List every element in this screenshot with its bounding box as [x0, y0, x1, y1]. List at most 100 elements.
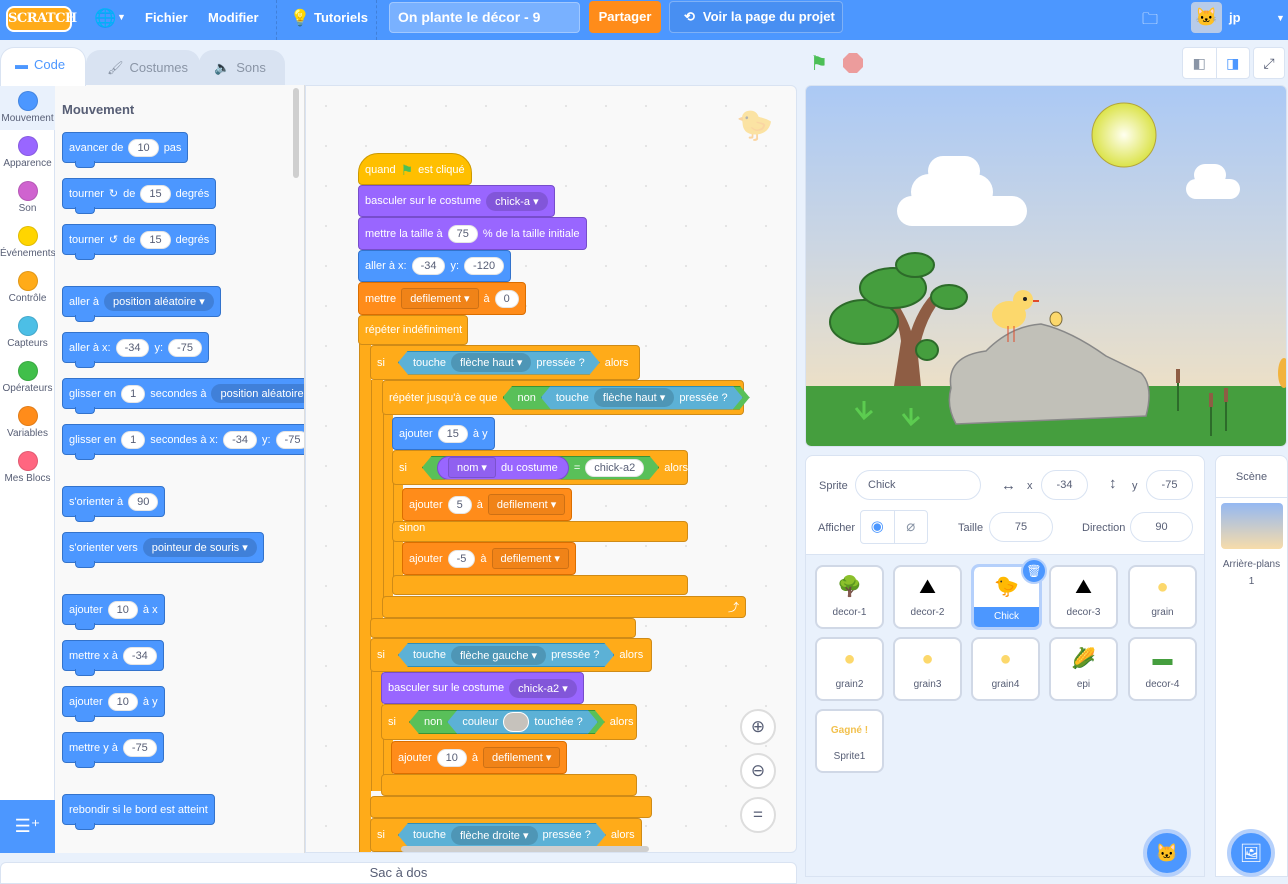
block-input[interactable]: 10 [436, 748, 467, 767]
category-sound[interactable]: Son [0, 175, 55, 220]
block-dropdown[interactable]: chick-a [486, 191, 548, 211]
block-point-direction[interactable]: s'orienter à 90 [62, 486, 166, 522]
block-goto[interactable]: aller à position aléatoire [62, 286, 221, 322]
menu-edit[interactable]: Modifier [208, 10, 259, 25]
change-variable-block[interactable]: ajouter 5 à defilement [402, 488, 573, 521]
forever-block[interactable]: répéter indéfiniment [358, 315, 468, 345]
if-up-arrow-block[interactable]: si touche flèche haut pressée ? alors [370, 345, 640, 380]
hide-sprite-button[interactable]: ⌀ [893, 511, 928, 543]
block-input[interactable]: -34 [122, 646, 157, 665]
block-input[interactable]: 1 [121, 430, 146, 449]
small-stage-button[interactable]: ◧ [1183, 48, 1216, 78]
zoom-out-button[interactable]: ⊖ [740, 753, 776, 789]
sprite-tile[interactable]: Gagné ! Sprite1 [815, 709, 884, 773]
block-input[interactable]: -75 [275, 430, 304, 449]
switch-costume-block[interactable]: basculer sur le costume chick-a [358, 185, 555, 217]
tab-costumes[interactable]: 🖌 Costumes [86, 50, 200, 86]
change-variable-block[interactable]: ajouter -5 à defilement [402, 542, 576, 575]
project-title-input[interactable]: On plante le décor - 9 [389, 2, 580, 33]
chevron-down-icon[interactable]: ▼ [1276, 13, 1285, 23]
show-sprite-button[interactable]: ◉ [861, 511, 894, 543]
block-set-x[interactable]: mettre x à -34 [62, 640, 164, 676]
block-goto-xy[interactable]: aller à x: -34 y: -75 [62, 332, 209, 368]
key-pressed-condition[interactable]: touche flèche gauche pressée ? [398, 643, 614, 667]
not-operator[interactable]: non touche flèche haut pressée ? [503, 386, 750, 410]
add-sprite-button[interactable]: 🐱 [1143, 829, 1191, 877]
block-change-y[interactable]: ajouter 10 à y [62, 686, 165, 722]
menu-tutorials[interactable]: Tutoriels [314, 10, 368, 25]
block-dropdown[interactable]: pointeur de souris [142, 538, 257, 557]
switch-costume-block[interactable]: basculer sur le costume chick-a2 [381, 672, 584, 704]
delete-sprite-button[interactable]: 🗑 [1021, 558, 1047, 584]
category-events[interactable]: Événements [0, 220, 56, 265]
globe-icon[interactable]: 🌐 [94, 8, 116, 29]
block-input[interactable]: 90 [128, 492, 159, 511]
sprite-tile[interactable]: ● grain4 [971, 637, 1040, 701]
block-point-towards[interactable]: s'orienter vers pointeur de souris [62, 532, 264, 568]
costume-property-dropdown[interactable]: nom [448, 457, 496, 478]
set-size-block[interactable]: mettre la taille à 75 % de la taille initi… [358, 217, 587, 250]
direction-input[interactable]: 90 [1130, 512, 1193, 542]
sprite-tile-selected[interactable]: 🐤 Chick 🗑 [971, 558, 1047, 630]
sprite-tile[interactable]: ● grain2 [815, 637, 884, 701]
category-operators[interactable]: Opérateurs [0, 355, 55, 400]
block-input[interactable]: -34 [115, 338, 150, 357]
sprite-tile[interactable]: 🌽 epi [1049, 637, 1118, 701]
block-input[interactable]: 5 [447, 495, 472, 514]
chevron-down-icon[interactable]: ▼ [117, 12, 126, 22]
code-workspace[interactable]: 🐤 quand ⚑ est cliqué basculer sur le costu… [305, 85, 797, 853]
block-input[interactable]: -75 [168, 338, 202, 357]
sprite-tile[interactable]: ● grain [1128, 565, 1197, 629]
zoom-reset-button[interactable]: = [740, 797, 776, 833]
key-dropdown[interactable]: flèche droite [451, 826, 538, 845]
key-dropdown[interactable]: flèche haut [594, 388, 674, 407]
block-input[interactable]: 10 [107, 692, 138, 711]
block-input[interactable]: -34 [411, 257, 446, 275]
block-dropdown[interactable]: chick-a2 [509, 678, 577, 698]
block-set-y[interactable]: mettre y à -75 [62, 732, 164, 768]
palette-scrollbar[interactable] [293, 88, 299, 178]
key-pressed-condition[interactable]: touche flèche haut pressée ? [541, 386, 743, 410]
block-input[interactable]: 10 [128, 138, 159, 157]
folder-icon[interactable]: 🗀 [1142, 8, 1158, 35]
block-input[interactable]: 75 [447, 224, 478, 243]
touching-color-condition[interactable]: couleur touchée ? [447, 710, 597, 734]
backpack[interactable]: Sac à dos [0, 862, 797, 884]
sprite-tile[interactable]: ▬ decor-4 [1128, 637, 1197, 701]
username[interactable]: jp [1229, 10, 1241, 25]
if-left-arrow-block[interactable]: si touche flèche gauche pressée ? alors [370, 638, 652, 672]
block-turn-left[interactable]: tourner ↺ de 15 degrés [62, 224, 217, 260]
block-input[interactable]: chick-a2 [585, 459, 644, 477]
if-not-touching-color-block[interactable]: si non couleur touchée ? alors [381, 704, 637, 740]
costume-name-reporter[interactable]: nom du costume [437, 456, 569, 480]
goto-xy-block[interactable]: aller à x: -34 y: -120 [358, 250, 512, 282]
variable-dropdown[interactable]: defilement [401, 288, 479, 309]
color-swatch[interactable] [503, 712, 529, 732]
x-input[interactable]: -34 [1041, 470, 1088, 500]
when-flag-clicked-block[interactable]: quand ⚑ est cliqué [358, 153, 472, 185]
green-flag-button[interactable]: ⚑ [810, 51, 828, 76]
share-button[interactable]: Partager [589, 1, 661, 33]
category-my-blocks[interactable]: Mes Blocs [0, 445, 55, 490]
sprite-tile[interactable]: 🌳 decor-1 [815, 565, 884, 629]
block-input[interactable]: 1 [121, 384, 146, 403]
block-glide-xy[interactable]: glisser en 1 secondes à x: -34 y: -75 [62, 424, 304, 460]
key-pressed-condition[interactable]: touche flèche droite pressée ? [398, 823, 606, 847]
block-input[interactable]: 15 [437, 424, 468, 443]
stage-canvas[interactable] [805, 85, 1287, 447]
normal-stage-button[interactable]: ◨ [1215, 48, 1250, 78]
zoom-in-button[interactable]: ⊕ [740, 709, 776, 745]
tab-sounds[interactable]: 🔈 Sons [199, 50, 285, 86]
change-y-block[interactable]: ajouter 15 à y [392, 417, 495, 450]
avatar[interactable]: 🐱 [1191, 2, 1222, 33]
y-input[interactable]: -75 [1146, 470, 1193, 500]
change-variable-block[interactable]: ajouter 10 à defilement [391, 741, 568, 774]
sprite-name-input[interactable]: Chick [855, 470, 981, 500]
block-glide[interactable]: glisser en 1 secondes à position aléatoire [62, 378, 304, 414]
variable-dropdown[interactable]: defilement [483, 747, 561, 768]
tab-code[interactable]: ▬ Code [0, 47, 86, 86]
key-pressed-condition[interactable]: touche flèche haut pressée ? [398, 351, 600, 375]
block-input[interactable]: -5 [447, 549, 476, 568]
fullscreen-button[interactable]: ⤢ [1253, 47, 1285, 79]
not-operator[interactable]: non couleur touchée ? [409, 710, 605, 734]
